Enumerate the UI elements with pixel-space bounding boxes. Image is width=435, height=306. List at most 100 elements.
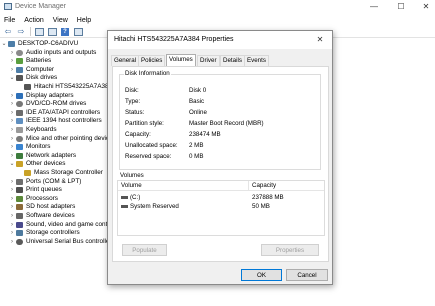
properties-icon[interactable] [47,27,57,36]
show-hide-console-tree-icon[interactable] [34,27,44,36]
chevron-right-icon[interactable]: › [8,126,16,134]
tree-item-other-devices[interactable]: ⌄ Other devices [8,160,65,168]
cancel-button[interactable]: Cancel [286,269,328,281]
maximize-button[interactable]: ☐ [391,0,411,14]
menu-help[interactable]: Help [77,17,91,24]
chevron-right-icon[interactable]: › [8,109,16,117]
chevron-right-icon[interactable]: › [8,212,16,220]
tree-item-computer[interactable]: › Computer [8,66,54,74]
tree-item-label: Universal Serial Bus controllers [26,237,115,245]
tree-item-software-devices[interactable]: › Software devices [8,212,75,220]
menu-file[interactable]: File [4,17,15,24]
monitor-icon [16,144,23,151]
chevron-right-icon[interactable]: › [8,57,16,65]
tab-general[interactable]: General [111,55,140,66]
sound-icon [16,221,23,228]
ok-button[interactable]: OK [241,269,282,281]
volumes-tab-panel: Disk Information Disk: Disk 0 Type: Basi… [112,66,329,262]
column-header-volume[interactable]: Volume [121,182,142,189]
menu-action[interactable]: Action [24,17,43,24]
update-driver-icon[interactable] [73,27,83,36]
chevron-right-icon[interactable]: › [8,186,16,194]
mouse-icon [16,135,23,142]
tab-volumes[interactable]: Volumes [166,54,196,66]
warning-device-icon [24,170,31,176]
tree-item-label: Disk drives [26,74,58,82]
column-header-capacity[interactable]: Capacity [252,182,276,189]
tree-item-display-adapters[interactable]: › Display adapters [8,92,74,100]
chevron-right-icon[interactable]: › [8,143,16,151]
chevron-right-icon[interactable]: › [8,238,16,246]
column-divider[interactable] [248,181,249,191]
properties-button[interactable]: Properties [261,244,319,256]
close-window-button[interactable]: ✕ [416,0,435,14]
chevron-right-icon[interactable]: › [8,117,16,125]
populate-button[interactable]: Populate [122,244,167,256]
tree-item-ieee1394[interactable]: › IEEE 1394 host controllers [8,117,102,125]
dialog-close-icon[interactable]: ✕ [313,34,327,46]
tree-item-disk-drives[interactable]: ⌄ Disk drives [8,74,57,82]
tree-item-batteries[interactable]: › Batteries [8,57,51,65]
chevron-down-icon[interactable]: ⌄ [8,160,16,168]
unallocated-value: 2 MB [189,142,204,149]
network-adapter-icon [16,152,23,159]
menu-view[interactable]: View [53,17,68,24]
volume-row[interactable]: (C:) 237888 MB [118,193,324,202]
battery-icon [16,58,23,65]
reserved-label: Reserved space: [125,153,172,160]
tab-policies[interactable]: Policies [138,55,166,66]
minimize-button[interactable]: — [364,0,384,14]
volumes-list-header: Volume Capacity [118,181,324,191]
tab-details[interactable]: Details [220,55,245,66]
chevron-down-icon[interactable]: ⌄ [8,74,16,82]
chevron-right-icon[interactable]: › [8,152,16,160]
processor-icon [16,195,23,202]
tree-item-mice[interactable]: › Mice and other pointing devices [8,135,116,143]
back-arrow-icon[interactable]: ⇦ [3,27,13,36]
tree-item-keyboards[interactable]: › Keyboards [8,126,57,134]
tab-driver[interactable]: Driver [197,55,220,66]
tree-root[interactable]: ⌄ DESKTOP-C6ADIVU [0,40,78,48]
chevron-right-icon[interactable]: › [8,100,16,108]
volume-capacity: 237888 MB [252,194,284,201]
chevron-right-icon[interactable]: › [8,178,16,186]
tree-item-mass-storage[interactable]: Mass Storage Controller [24,169,103,177]
tree-item-ide[interactable]: › IDE ATA/ATAPI controllers [8,109,100,117]
tree-item-dvd[interactable]: › DVD/CD-ROM drives [8,100,86,108]
tree-item-hitachi-disk[interactable]: Hitachi HTS543225A7A384 [24,83,112,91]
device-manager-icon [4,3,12,10]
tree-item-sd-host[interactable]: › SD host adapters [8,203,75,211]
chevron-right-icon[interactable]: › [8,229,16,237]
chevron-right-icon[interactable]: › [8,203,16,211]
volumes-list[interactable]: Volume Capacity (C:) 237888 MB System Re… [117,180,325,236]
disk-information-heading: Disk Information [124,70,171,77]
chevron-right-icon[interactable]: › [8,195,16,203]
unallocated-label: Unallocated space: [125,142,178,149]
tree-item-monitors[interactable]: › Monitors [8,143,51,151]
reserved-value: 0 MB [189,153,204,160]
dialog-titlebar[interactable]: Hitachi HTS543225A7A384 Properties ✕ [108,31,332,49]
chevron-right-icon[interactable]: › [8,66,16,74]
keyboard-icon [16,127,23,133]
tree-item-print-queues[interactable]: › Print queues [8,186,62,194]
properties-dialog: Hitachi HTS543225A7A384 Properties ✕ Gen… [107,30,333,285]
tree-item-storage-controllers[interactable]: › Storage controllers [8,229,80,237]
chevron-right-icon[interactable]: › [8,135,16,143]
help-icon[interactable]: ? [60,27,70,36]
tree-item-audio[interactable]: › Audio inputs and outputs [8,49,96,57]
disk-label: Disk: [125,87,139,94]
forward-arrow-icon[interactable]: ⇨ [16,27,26,36]
tab-events[interactable]: Events [244,55,269,66]
tree-item-label: IDE ATA/ATAPI controllers [26,108,101,116]
tree-root-label: DESKTOP-C6ADIVU [18,40,79,47]
chevron-right-icon[interactable]: › [8,92,16,100]
tree-item-label: Mass Storage Controller [34,169,103,176]
tree-item-ports[interactable]: › Ports (COM & LPT) [8,178,81,186]
volume-row[interactable]: System Reserved 50 MB [118,202,324,211]
tree-item-processors[interactable]: › Processors [8,195,58,203]
chevron-right-icon[interactable]: › [8,49,16,57]
chevron-down-icon[interactable]: ⌄ [0,40,8,48]
tree-item-usb[interactable]: › Universal Serial Bus controllers [8,238,115,246]
chevron-right-icon[interactable]: › [8,221,16,229]
tree-item-network[interactable]: › Network adapters [8,152,76,160]
